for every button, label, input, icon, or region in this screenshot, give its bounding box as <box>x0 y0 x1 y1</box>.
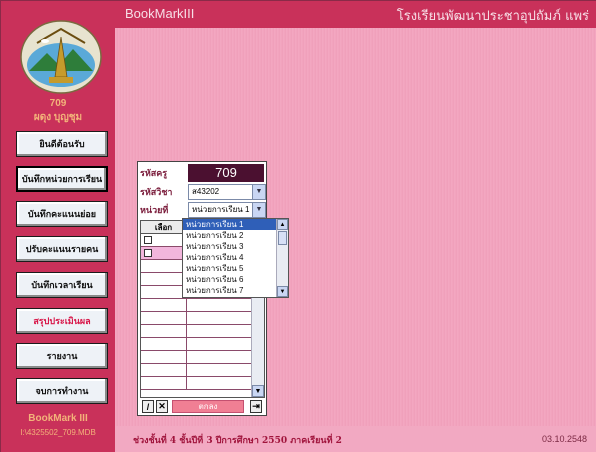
ok-button[interactable]: ตกลง <box>172 400 244 413</box>
exit-door-icon[interactable]: ⇥ <box>250 400 262 413</box>
menu-attendance-button[interactable]: บันทึกเวลาเรียน <box>16 272 108 298</box>
table-row[interactable] <box>141 364 252 377</box>
table-row[interactable] <box>141 377 252 390</box>
school-logo <box>20 20 102 94</box>
database-path: I:\4325502_709.MDB <box>20 428 96 437</box>
table-row[interactable] <box>141 338 252 351</box>
dropdown-option[interactable]: หน่วยการเรียน 5 <box>183 263 288 274</box>
dropdown-option[interactable]: หน่วยการเรียน 7 <box>183 285 288 296</box>
dropdown-option[interactable]: หน่วยการเรียน 6 <box>183 274 288 285</box>
table-row[interactable] <box>141 299 252 312</box>
header-bar: BookMarkIII โรงเรียนพัฒนาประชาอุปถัมภ์ แ… <box>115 1 596 28</box>
user-name: ผดุง บุญชุม <box>33 112 83 123</box>
dropdown-scrollbar[interactable]: ▲ ▼ <box>276 219 288 297</box>
teacher-code-label: รหัสครู <box>140 169 168 179</box>
academic-info: ช่วงชั้นที่ 4 ชั้นปีที่ 3 ปีการศึกษา 255… <box>133 436 342 446</box>
row-checkbox[interactable] <box>144 236 152 244</box>
menu-exit-button[interactable]: จบการทำงาน <box>16 378 108 404</box>
chevron-down-icon[interactable]: ▼ <box>252 203 265 217</box>
menu-summary-button[interactable]: สรุปประเมินผล <box>16 308 108 334</box>
close-icon[interactable]: ✕ <box>156 400 168 413</box>
row-checkbox[interactable] <box>144 249 152 257</box>
dropdown-option[interactable]: หน่วยการเรียน 3 <box>183 241 288 252</box>
select-column-header: เลือก <box>141 221 187 234</box>
subject-code-label: รหัสวิชา <box>140 188 173 198</box>
unit-select-value: หน่วยการเรียน 1 <box>192 205 250 214</box>
menu-adjust-score-button[interactable]: ปรับคะแนนรายคน <box>16 236 108 262</box>
edit-icon[interactable]: / <box>142 400 154 413</box>
unit-label: หน่วยที่ <box>140 206 169 216</box>
teacher-code-value: 709 <box>188 164 264 182</box>
chevron-down-icon[interactable]: ▼ <box>277 286 288 297</box>
app-window: 709 ผดุง บุญชุม ยินดีต้อนรับ บันทึกหน่วย… <box>0 0 596 452</box>
school-name: โรงเรียนพัฒนาประชาอุปถัมภ์ แพร่ <box>396 9 589 24</box>
grid-toolbar: / ✕ ตกลง ⇥ <box>142 400 264 414</box>
scroll-thumb[interactable] <box>278 231 287 245</box>
subject-code-select[interactable]: ส43202 ▼ <box>188 184 266 200</box>
chevron-down-icon[interactable]: ▼ <box>252 385 264 397</box>
chevron-up-icon[interactable]: ▲ <box>277 219 288 230</box>
unit-dropdown-list[interactable]: หน่วยการเรียน 1 หน่วยการเรียน 2 หน่วยการ… <box>182 218 289 298</box>
table-row[interactable] <box>141 325 252 338</box>
chevron-down-icon[interactable]: ▼ <box>252 185 265 199</box>
app-title: BookMarkIII <box>125 6 195 21</box>
table-row[interactable] <box>141 351 252 364</box>
menu-report-button[interactable]: รายงาน <box>16 343 108 369</box>
subject-code-value: ส43202 <box>192 187 220 196</box>
dropdown-option[interactable]: หน่วยการเรียน 4 <box>183 252 288 263</box>
status-bar: ช่วงชั้นที่ 4 ชั้นปีที่ 3 ปีการศึกษา 255… <box>115 426 596 452</box>
menu-unit-record-button[interactable]: บันทึกหน่วยการเรียน <box>16 166 108 192</box>
user-id: 709 <box>49 98 67 109</box>
dropdown-option[interactable]: หน่วยการเรียน 1 <box>183 219 288 230</box>
table-row[interactable] <box>141 312 252 325</box>
menu-subscore-button[interactable]: บันทึกคะแนนย่อย <box>16 201 108 227</box>
app-footer-title: BookMark III <box>28 413 88 424</box>
status-date: 03.10.2548 <box>541 434 587 444</box>
dropdown-option[interactable]: หน่วยการเรียน 2 <box>183 230 288 241</box>
sidebar: 709 ผดุง บุญชุม ยินดีต้อนรับ บันทึกหน่วย… <box>1 1 115 452</box>
unit-select[interactable]: หน่วยการเรียน 1 ▼ <box>188 202 266 218</box>
menu-welcome-button[interactable]: ยินดีต้อนรับ <box>16 131 108 157</box>
